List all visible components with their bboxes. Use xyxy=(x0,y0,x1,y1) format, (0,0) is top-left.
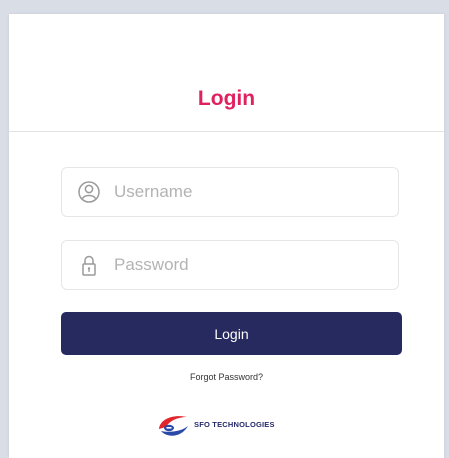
login-header: Login xyxy=(9,14,444,132)
username-input[interactable] xyxy=(114,168,384,216)
user-circle-icon xyxy=(76,179,102,205)
login-card: Login Login Forgot Password? xyxy=(9,14,444,458)
lock-icon xyxy=(76,252,102,278)
forgot-password-link[interactable]: Forgot Password? xyxy=(9,372,444,382)
sfo-logo-icon xyxy=(157,413,191,439)
password-input[interactable] xyxy=(114,241,384,289)
password-field[interactable] xyxy=(61,240,399,290)
company-branding: SFO TECHNOLOGIES xyxy=(147,412,307,440)
username-field[interactable] xyxy=(61,167,399,217)
login-button[interactable]: Login xyxy=(61,312,402,355)
page-title: Login xyxy=(197,87,256,110)
company-name: SFO TECHNOLOGIES xyxy=(194,420,275,429)
